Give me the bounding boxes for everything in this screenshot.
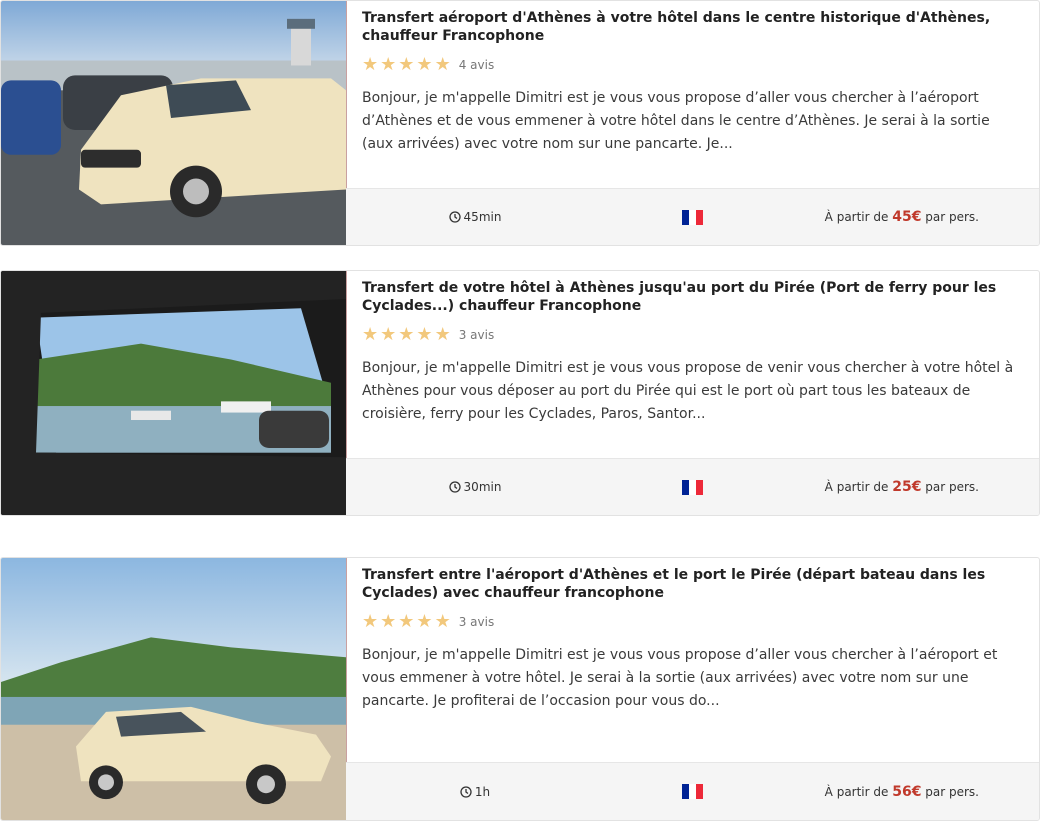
review-count[interactable]: 4 avis [459,58,495,72]
listing-body: Transfert de votre hôtel à Athènes jusqu… [346,271,1039,459]
clock-icon [448,211,461,223]
duration: 30min [346,480,604,494]
star-icon: ★ [362,611,379,632]
star-icon: ★ [416,611,433,632]
duration-label: 30min [463,480,502,494]
listing-card[interactable]: Transfert de votre hôtel à Athènes jusqu… [0,270,1040,516]
clock-icon [460,785,472,798]
review-count[interactable]: 3 avis [459,615,495,629]
rating: ★ ★ ★ ★ ★ 3 avis [362,325,1021,345]
review-count[interactable]: 3 avis [459,328,495,342]
listing-card[interactable]: Transfert entre l'aéroport d'Athènes et … [0,557,1040,821]
listing-footer: 1h À partir de 56€ par pers. [346,762,1039,820]
price-prefix: À partir de [824,480,889,494]
duration: 1h [346,785,604,799]
price-suffix: par pers. [925,480,979,494]
listing-description: Bonjour, je m'appelle Dimitri est je vou… [362,360,1014,422]
star-icon: ★ [362,324,379,345]
listing-title[interactable]: Transfert entre l'aéroport d'Athènes et … [362,566,1021,602]
price: À partir de 56€ par pers. [825,784,979,800]
price: À partir de 45€ par pers. [825,209,979,225]
listing-list: Transfert aéroport d'Athènes à votre hôt… [0,0,1043,828]
star-icon: ★ [434,54,451,75]
duration-label: 45min [463,210,502,224]
price-prefix: À partir de [824,210,889,224]
listing-description: Bonjour, je m'appelle Dimitri est je vou… [362,647,998,709]
price: À partir de 25€ par pers. [825,479,979,495]
duration-label: 1h [474,784,491,799]
listing-body: Transfert aéroport d'Athènes à votre hôt… [346,1,1039,189]
listing-photo-airport-taxi[interactable] [1,1,347,245]
rating: ★ ★ ★ ★ ★ 3 avis [362,612,1021,632]
price-value: 45€ [892,209,922,225]
french-flag-icon [682,209,703,225]
listing-title[interactable]: Transfert aéroport d'Athènes à votre hôt… [362,9,1021,45]
star-icon: ★ [398,611,415,632]
star-icon: ★ [398,54,415,75]
star-icon: ★ [434,611,451,632]
star-icon: ★ [416,54,433,75]
listing-body: Transfert entre l'aéroport d'Athènes et … [346,558,1039,764]
listing-footer: 45min À partir de 45€ par pers. [346,188,1039,245]
star-icon: ★ [380,324,397,345]
french-flag-icon [682,479,703,495]
star-icon: ★ [416,324,433,345]
price-value: 56€ [892,783,922,800]
price-value: 25€ [892,479,922,495]
duration: 45min [346,210,604,224]
listing-card[interactable]: Transfert aéroport d'Athènes à votre hôt… [0,0,1040,246]
star-icon: ★ [380,611,397,632]
listing-title[interactable]: Transfert de votre hôtel à Athènes jusqu… [362,279,1021,315]
star-icon: ★ [362,54,379,75]
price-suffix: par pers. [925,210,979,224]
star-icon: ★ [380,54,397,75]
listing-description: Bonjour, je m'appelle Dimitri est je vou… [362,90,990,152]
french-flag-icon [682,784,703,799]
listing-photo-taxi-harbour[interactable] [1,558,347,820]
star-icon: ★ [434,324,451,345]
price-suffix: par pers. [925,784,979,799]
rating: ★ ★ ★ ★ ★ 4 avis [362,55,1021,75]
listing-footer: 30min À partir de 25€ par pers. [346,458,1039,515]
star-icon: ★ [398,324,415,345]
clock-icon [448,481,461,493]
listing-photo-car-window-port[interactable] [1,271,347,515]
price-prefix: À partir de [824,784,889,799]
